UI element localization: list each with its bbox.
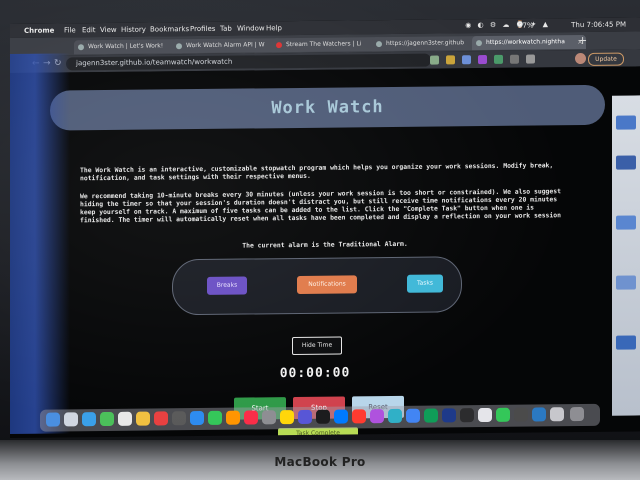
app-icon[interactable] — [460, 408, 474, 423]
books-icon[interactable] — [226, 410, 240, 425]
tab-github[interactable]: https://jagenn3ster.github × — [372, 36, 482, 52]
terminal-icon[interactable] — [316, 409, 330, 424]
menu-bookmarks[interactable]: Bookmarks — [150, 25, 189, 33]
timer-display: 00:00:00 — [279, 365, 351, 382]
app-icon[interactable] — [424, 408, 438, 423]
reload-icon[interactable]: ↻ — [54, 58, 62, 68]
favicon-icon — [276, 42, 282, 49]
current-alarm-text: The current alarm is the Traditional Ala… — [242, 239, 408, 250]
breaks-button[interactable]: Breaks — [207, 276, 247, 295]
file-icon[interactable] — [616, 215, 636, 230]
file-icon[interactable] — [616, 115, 636, 130]
tab-label: Work Watch Alarm API | W — [186, 41, 265, 50]
tab-label: https://workwatch.nightha — [486, 38, 565, 47]
app-icon[interactable] — [442, 408, 456, 423]
app-icon[interactable] — [496, 407, 510, 422]
menu-edit[interactable]: Edit — [82, 26, 96, 34]
app-icon[interactable] — [352, 409, 366, 424]
extension-icon[interactable] — [462, 55, 471, 65]
tab-work-watch[interactable]: Work Watch | Let's Work! × — [74, 39, 182, 55]
tab-label: Stream The Watchers | Li — [286, 40, 362, 49]
new-tab-icon[interactable]: + — [578, 34, 587, 47]
chrome-icon[interactable] — [406, 408, 420, 423]
extension-icon[interactable] — [510, 54, 519, 64]
menu-file[interactable]: File — [64, 26, 76, 34]
mail-icon[interactable] — [118, 411, 132, 426]
favicon-icon — [78, 44, 84, 51]
vscode-icon[interactable] — [532, 407, 546, 422]
tab-workwatch-site[interactable]: https://workwatch.nightha × — [472, 34, 586, 51]
menu-profiles[interactable]: Profiles — [190, 25, 215, 33]
settings-icon[interactable] — [172, 411, 186, 426]
extension-icon[interactable] — [478, 55, 487, 65]
favicon-icon — [176, 43, 182, 50]
menu-app-name[interactable]: Chrome — [24, 27, 54, 35]
favicon-icon — [376, 41, 382, 48]
star-icon[interactable] — [446, 55, 455, 65]
profile-avatar[interactable] — [575, 52, 586, 65]
menu-view[interactable]: View — [100, 26, 117, 34]
app-icon[interactable] — [478, 407, 492, 423]
tasks-button[interactable]: Tasks — [407, 274, 443, 293]
intro-paragraph: The Work Watch is an interactive, custom… — [80, 161, 554, 183]
back-icon[interactable]: ← — [32, 59, 40, 69]
downloads-icon[interactable] — [550, 407, 564, 422]
menu-window[interactable]: Window — [237, 24, 265, 32]
menu-clock: Thu 7:06:45 PM — [571, 20, 626, 30]
appstore-icon[interactable] — [190, 410, 204, 426]
tab-label: Work Watch | Let's Work! — [88, 42, 164, 51]
app-icon[interactable] — [280, 410, 294, 425]
app-icon[interactable] — [334, 409, 348, 424]
finder-icon[interactable] — [46, 412, 60, 427]
page-title: Work Watch — [50, 84, 605, 131]
app-icon[interactable] — [514, 407, 528, 422]
facetime-icon[interactable] — [208, 410, 222, 425]
address-bar[interactable]: jagenn3ster.github.io/teamwatch/workwatc… — [66, 53, 431, 71]
app-icon[interactable] — [388, 408, 402, 424]
hide-time-button[interactable]: Hide Time — [292, 336, 342, 356]
extension-icon[interactable] — [494, 54, 503, 64]
tab-stream[interactable]: Stream The Watchers | Li × — [272, 37, 382, 53]
file-icon[interactable] — [616, 335, 636, 350]
web-page: Work Watch The Work Watch is an interact… — [10, 66, 640, 439]
share-icon[interactable] — [430, 55, 439, 65]
launchpad-icon[interactable] — [64, 412, 78, 427]
url-text: jagenn3ster.github.io/teamwatch/workwatc… — [76, 57, 233, 68]
favicon-icon — [476, 40, 482, 47]
file-icon[interactable] — [616, 275, 636, 290]
laptop-screen: Chrome File Edit View History Bookmarks … — [10, 17, 640, 439]
app-icon[interactable] — [370, 409, 384, 424]
menu-history[interactable]: History — [121, 26, 146, 34]
file-icon[interactable] — [616, 155, 636, 170]
notes-icon[interactable] — [136, 411, 150, 426]
laptop-brand-label: MacBook Pro — [274, 455, 366, 469]
settings-panel: Breaks Notifications Tasks — [172, 256, 462, 316]
music-icon[interactable] — [244, 410, 258, 425]
app-icon[interactable] — [262, 410, 276, 425]
puzzle-icon[interactable] — [526, 54, 535, 64]
tab-alarm-api[interactable]: Work Watch Alarm API | W × — [172, 38, 282, 54]
menu-help[interactable]: Help — [266, 24, 282, 32]
trash-icon[interactable] — [570, 406, 584, 422]
notifications-button[interactable]: Notifications — [297, 275, 357, 294]
forward-icon[interactable]: → — [43, 59, 51, 69]
update-button[interactable]: Update — [588, 52, 624, 66]
app-icon[interactable] — [298, 409, 312, 424]
battery-percent: 97% — [518, 21, 534, 30]
menu-tab[interactable]: Tab — [220, 25, 232, 33]
calendar-icon[interactable] — [154, 411, 168, 426]
status-icons[interactable]: ◉ ◐ ⚙ ☁ ⌚ ✦ ▲ — [465, 20, 550, 29]
tab-label: https://jagenn3ster.github — [386, 39, 465, 48]
desktop-background — [612, 95, 640, 416]
safari-icon[interactable] — [82, 412, 96, 427]
messages-icon[interactable] — [100, 411, 114, 427]
recommendation-paragraph: We recommend taking 10-minute breaks eve… — [80, 187, 561, 225]
